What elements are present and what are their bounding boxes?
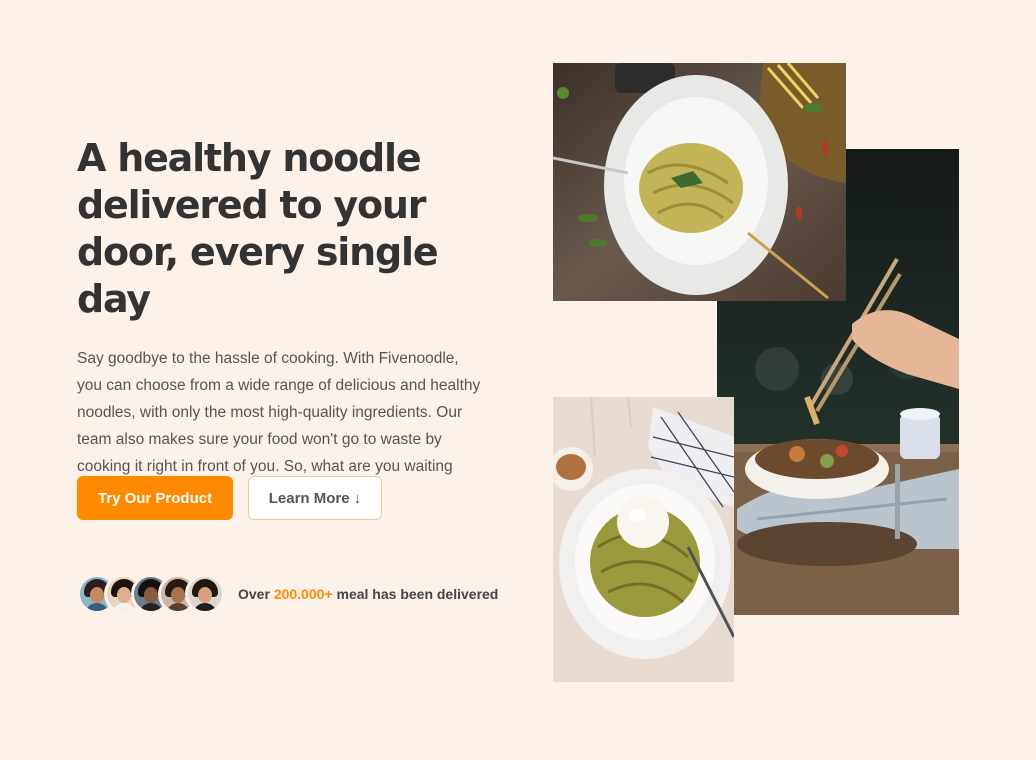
delivered-suffix: meal has been delivered [336,586,499,602]
hero-buttons: Try Our Product Learn More ↓ [77,476,382,520]
delivered-count: 200.000+ [273,586,333,602]
green-pasta-plate-photo [553,63,846,301]
learn-more-button[interactable]: Learn More ↓ [248,476,382,520]
delivered-text: Over 200.000+ meal has been delivered [238,586,498,602]
hero-section: A healthy noodle delivered to your door,… [77,135,497,507]
delivered-prefix: Over [238,586,270,602]
customer-avatars [77,574,225,614]
hero-headline: A healthy noodle delivered to your door,… [77,136,439,321]
avatar [185,574,225,614]
try-product-button[interactable]: Try Our Product [77,476,233,520]
delivered-meals: Over 200.000+ meal has been delivered [77,574,498,614]
burrata-spaghetti-photo [553,397,734,682]
